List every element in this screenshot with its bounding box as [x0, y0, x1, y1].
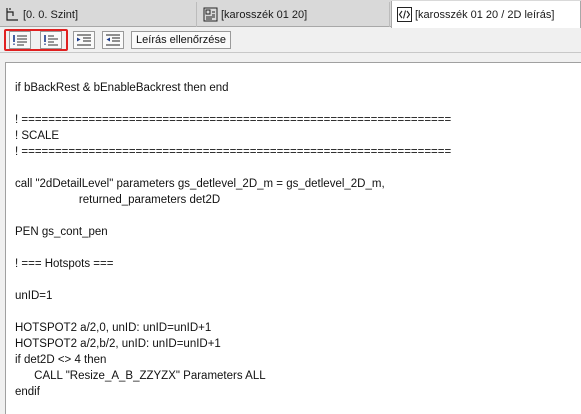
- floor-plan-icon: [5, 7, 20, 22]
- script-toolbar: Leírás ellenőrzése: [0, 28, 581, 53]
- code-line: ! ======================================…: [15, 114, 452, 126]
- code-line: HOTSPOT2 a/2,b/2, unID: unID=unID+1: [15, 338, 221, 350]
- comment-lines-icon: [13, 35, 27, 46]
- script-editor[interactable]: if bBackRest & bEnableBackrest then end …: [5, 62, 581, 414]
- indent-icon: [77, 34, 91, 46]
- tab-2d-script[interactable]: [karosszék 01 20 / 2D leírás]: [391, 1, 581, 28]
- tab-floor-plan[interactable]: [0. 0. Szint]: [0, 2, 197, 27]
- code-line: HOTSPOT2 a/2,0, unID: unID=unID+1: [15, 322, 212, 334]
- code-line: call "2dDetailLevel" parameters gs_detle…: [15, 178, 385, 190]
- tab-bar: [0. 0. Szint] [karosszék 01 20] [karossz…: [0, 0, 581, 28]
- uncomment-button[interactable]: [40, 31, 62, 49]
- tab-object-editor[interactable]: [karosszék 01 20]: [198, 2, 390, 27]
- code-line: ! SCALE: [15, 130, 60, 142]
- code-line: if bBackRest & bEnableBackrest then end: [15, 82, 229, 94]
- check-script-button[interactable]: Leírás ellenőrzése: [131, 31, 231, 49]
- code-line: ! === Hotspots ===: [15, 258, 114, 270]
- outdent-button[interactable]: [102, 31, 124, 49]
- tab-label: [karosszék 01 20 / 2D leírás]: [415, 8, 555, 21]
- uncomment-lines-icon: [44, 35, 58, 46]
- comment-button[interactable]: [9, 31, 31, 49]
- code-line: PEN gs_cont_pen: [15, 226, 108, 238]
- indent-button[interactable]: [73, 31, 95, 49]
- code-line: ! ======================================…: [15, 146, 452, 158]
- code-line: endif: [15, 386, 40, 398]
- tab-label: [karosszék 01 20]: [221, 8, 308, 21]
- code-line: unID=1: [15, 290, 53, 302]
- outdent-icon: [106, 34, 120, 46]
- code-line: returned_parameters det2D: [15, 194, 221, 206]
- code-line: if det2D <> 4 then: [15, 354, 107, 366]
- script-code-icon: [397, 7, 412, 22]
- code-line: CALL "Resize_A_B_ZZYZX" Parameters ALL: [15, 370, 266, 382]
- tab-label: [0. 0. Szint]: [23, 8, 79, 21]
- object-editor-icon: [203, 7, 218, 22]
